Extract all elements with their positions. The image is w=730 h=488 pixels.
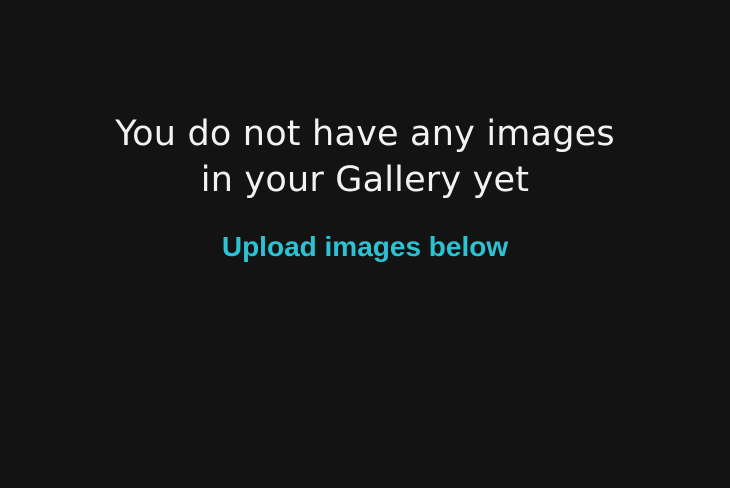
gallery-empty-state: You do not have any images in your Galle… (0, 0, 730, 488)
empty-gallery-message-line-2: in your Gallery yet (200, 160, 530, 200)
upload-images-link[interactable]: Upload images below (0, 230, 730, 264)
empty-gallery-message: You do not have any images in your Galle… (0, 111, 730, 203)
empty-gallery-message-line-1: You do not have any images (115, 114, 615, 154)
